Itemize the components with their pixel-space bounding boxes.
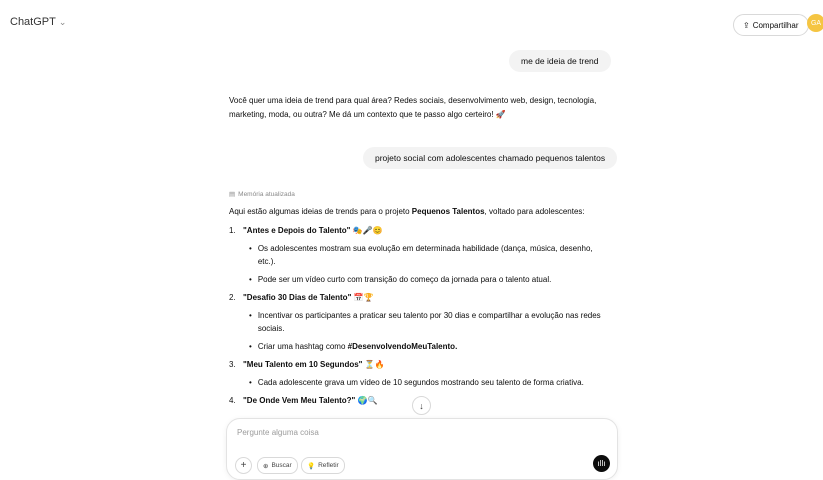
model-name: ChatGPT bbox=[10, 16, 56, 28]
share-button[interactable]: ⇪ Compartilhar bbox=[733, 14, 809, 36]
memory-icon: ▤ bbox=[229, 191, 236, 198]
composer: + ⊕ Buscar 💡 Refletir ıllı bbox=[226, 418, 618, 480]
bullet-text: Incentivar os participantes a praticar s… bbox=[257, 311, 601, 333]
scroll-down-button[interactable]: ↓ bbox=[412, 396, 431, 415]
user-message-text: projeto social com adolescentes chamado … bbox=[375, 153, 606, 163]
item-title: "De Onde Vem Meu Talento?" 🌍🔍 bbox=[243, 396, 378, 405]
intro-text: Aqui estão algumas ideias de trends para… bbox=[229, 205, 609, 218]
chevron-down-icon: ⌄ bbox=[58, 16, 67, 27]
model-selector[interactable]: ChatGPT ⌄ bbox=[10, 16, 66, 28]
avatar[interactable]: GA bbox=[807, 14, 823, 32]
list-item: 2. "Desafio 30 Dias de Talento" 📅🏆 • Incen… bbox=[229, 291, 609, 353]
share-label: Compartilhar bbox=[752, 20, 799, 30]
user-message-1: me de ideia de trend bbox=[509, 50, 611, 72]
assistant-message-1: Você quer uma ideia de trend para qual á… bbox=[229, 94, 609, 122]
list-item: 1. "Antes e Depois do Talento" 🎭🎤😊 • Os ad… bbox=[229, 224, 609, 286]
bullet: • Os adolescentes mostram sua evolução em… bbox=[249, 242, 609, 268]
item-title: "Meu Talento em 10 Segundos" ⏳🔥 bbox=[243, 360, 385, 369]
bullet: • Cada adolescente grava um vídeo de 10 s… bbox=[249, 378, 584, 387]
globe-icon: ⊕ bbox=[263, 462, 269, 470]
attach-button[interactable]: + bbox=[235, 457, 252, 474]
memory-label: Memória atualizada bbox=[238, 190, 295, 198]
assistant-message-text: Você quer uma ideia de trend para qual á… bbox=[229, 96, 597, 119]
prompt-input[interactable] bbox=[235, 427, 609, 438]
arrow-down-icon: ↓ bbox=[419, 400, 424, 411]
share-icon: ⇪ bbox=[743, 20, 750, 30]
item-title: "Desafio 30 Dias de Talento" 📅🏆 bbox=[243, 293, 374, 302]
item-number: 4. bbox=[229, 396, 236, 405]
list-item: 3. "Meu Talento em 10 Segundos" ⏳🔥 • Cada … bbox=[229, 358, 609, 389]
memory-updated-badge[interactable]: ▤ Memória atualizada bbox=[229, 190, 295, 199]
search-label: Buscar bbox=[271, 462, 292, 469]
bullet-text: Cada adolescente grava um vídeo de 10 se… bbox=[257, 378, 584, 387]
bullet-text: Criar uma hashtag como bbox=[257, 342, 348, 351]
lightbulb-icon: 💡 bbox=[307, 462, 316, 470]
bullet: • Pode ser um vídeo curto com transição d… bbox=[249, 275, 552, 284]
top-bar: ChatGPT ⌄ ⇪ Compartilhar GA bbox=[0, 0, 823, 44]
reason-label: Refletir bbox=[318, 462, 339, 469]
bullet: • Incentivar os participantes a praticar … bbox=[249, 309, 609, 335]
voice-button[interactable]: ıllı bbox=[593, 455, 610, 472]
item-number: 2. bbox=[229, 293, 236, 302]
search-button[interactable]: ⊕ Buscar bbox=[257, 457, 298, 474]
bullet-text: Os adolescentes mostram sua evolução em … bbox=[257, 244, 593, 266]
bullet-text: Pode ser um vídeo curto com transição do… bbox=[257, 275, 552, 284]
user-message-2: projeto social com adolescentes chamado … bbox=[363, 147, 618, 169]
reason-button[interactable]: 💡 Refletir bbox=[301, 457, 345, 474]
voice-icon: ıllı bbox=[597, 459, 606, 468]
assistant-message-2: Aqui estão algumas ideias de trends para… bbox=[229, 205, 609, 412]
item-title: "Antes e Depois do Talento" 🎭🎤😊 bbox=[243, 226, 383, 235]
intro-bold: Pequenos Talentos bbox=[411, 207, 485, 216]
hashtag: #DesenvolvendoMeuTalento. bbox=[347, 342, 458, 351]
plus-icon: + bbox=[240, 460, 247, 471]
item-number: 1. bbox=[229, 226, 236, 235]
intro-suffix: , voltado para adolescentes: bbox=[484, 207, 585, 216]
user-message-text: me de ideia de trend bbox=[521, 56, 599, 66]
item-number: 3. bbox=[229, 360, 236, 369]
intro-prefix: Aqui estão algumas ideias de trends para… bbox=[229, 207, 412, 216]
bullet: • Criar uma hashtag como #DesenvolvendoMe… bbox=[249, 342, 458, 351]
